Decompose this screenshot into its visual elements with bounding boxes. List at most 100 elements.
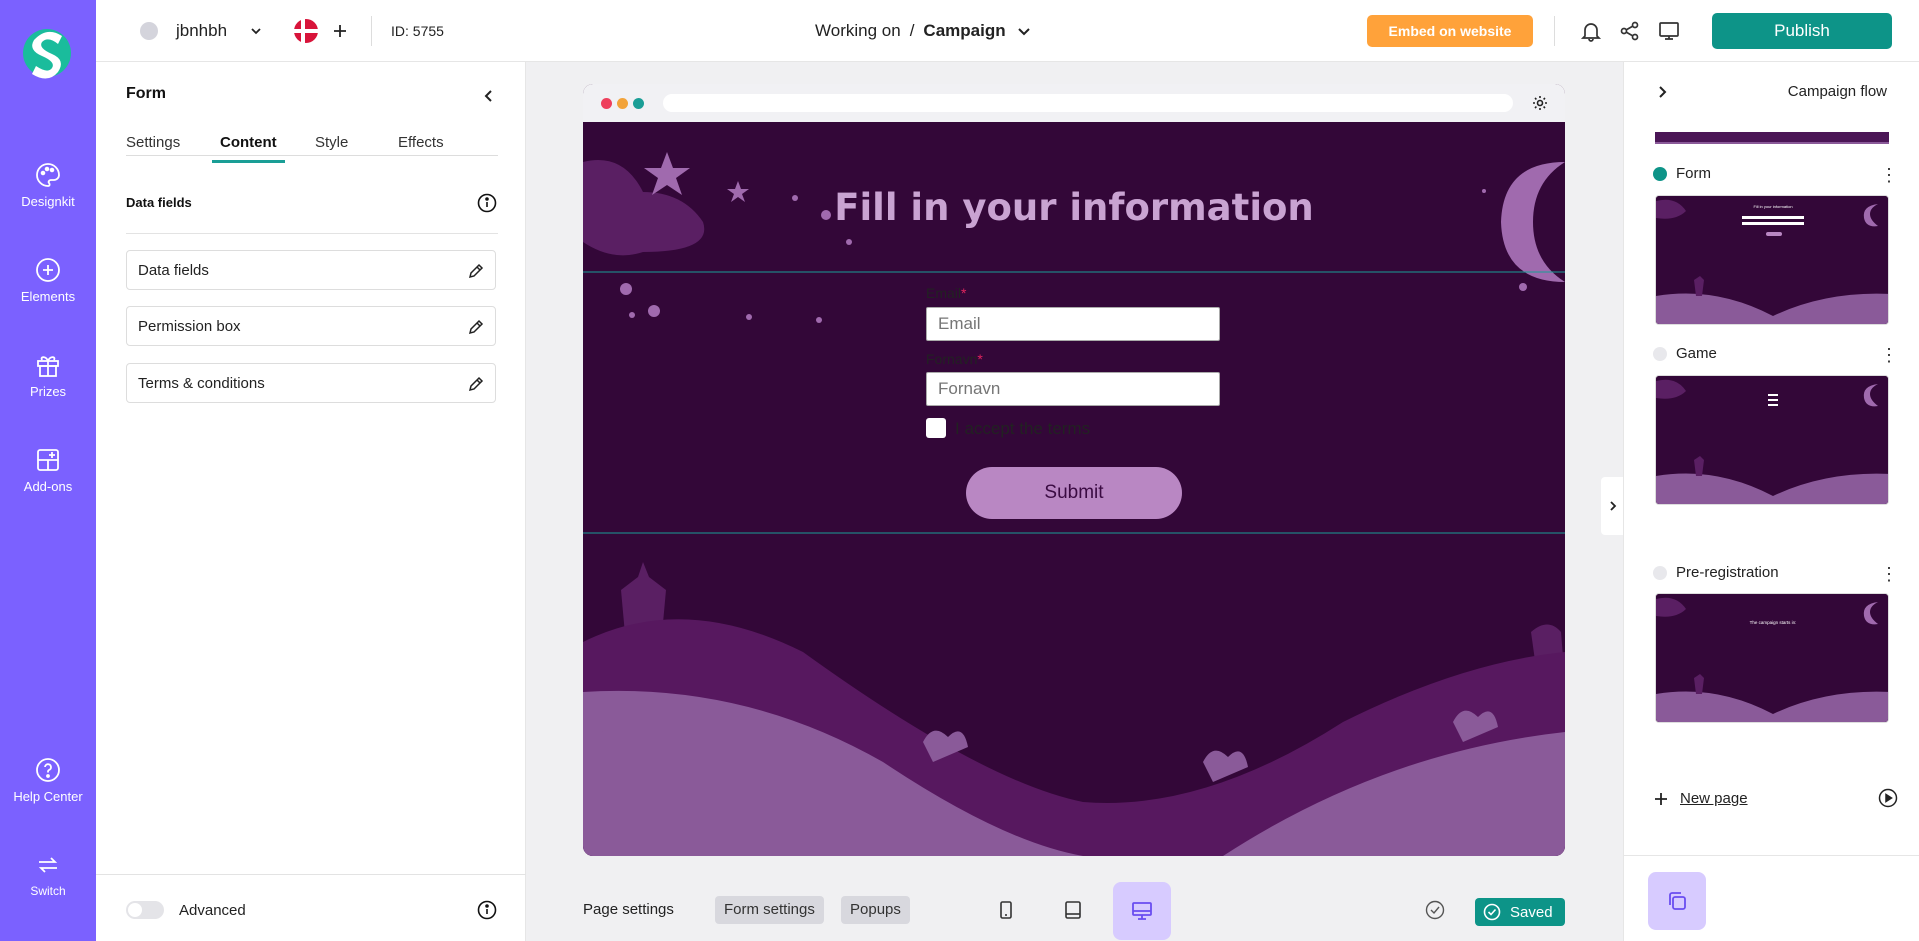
popups-button[interactable]: Popups [841,896,910,924]
notifications-button[interactable] [1580,0,1602,62]
pencil-icon[interactable] [467,262,485,280]
language-flag-button[interactable] [293,0,319,62]
kebab-menu-icon[interactable]: ⋮ [1880,166,1898,184]
pencil-icon[interactable] [467,375,485,393]
pencil-icon[interactable] [467,318,485,336]
nav-designkit[interactable]: Designkit [0,162,96,209]
desktop-view-button[interactable] [1113,882,1171,940]
email-field[interactable] [926,307,1220,341]
terms-conditions-item[interactable]: Terms & conditions [126,363,496,403]
share-icon [1620,21,1639,41]
previous-page-thumbnail [1655,132,1889,144]
kebab-menu-icon[interactable]: ⋮ [1880,346,1898,364]
nav-prizes-label: Prizes [29,384,67,399]
account-selector[interactable]: jbnhbh [140,0,263,62]
status-dot [1653,166,1667,181]
right-panel: Campaign flow Form ⋮ Fill in your inform… [1623,62,1919,941]
terms-checkbox[interactable] [926,418,946,438]
plus-circle-icon [36,258,60,282]
window-dot-orange [617,98,628,109]
campaign-dropdown[interactable]: Campaign [923,21,1005,41]
terms-label: I accept the terms [955,419,1091,438]
nav-designkit-label: Designkit [21,194,75,209]
info-icon[interactable] [477,900,497,920]
browser-toolbar [583,84,1565,122]
chevron-down-icon[interactable] [1016,23,1032,39]
data-fields-item[interactable]: Data fields [126,250,496,290]
account-name: jbnhbh [176,21,228,40]
nav-switch[interactable]: Switch [0,852,96,898]
email-label: Email* [926,285,967,301]
permission-box-item[interactable]: Permission box [126,306,496,346]
nav-elements[interactable]: Elements [0,257,96,304]
breadcrumb: Working on / Campaign [815,0,1032,62]
campaign-id: ID: 5755 [391,23,444,39]
name-label: Fornavn* [926,351,983,367]
page-label-form: Form [1676,165,1711,182]
account-avatar [140,22,158,40]
tab-content[interactable]: Content [212,134,285,163]
submit-button[interactable]: Submit [966,467,1182,519]
mobile-view-icon[interactable] [996,900,1016,920]
permission-box-label: Permission box [138,318,241,335]
pages-view-button[interactable] [1648,872,1706,930]
collapse-right-panel-icon[interactable] [1655,85,1669,99]
add-language-button[interactable] [332,0,348,62]
pre-registration-thumbnail-art: The campaign starts in: [1656,594,1888,722]
data-fields-label: Data fields [138,262,209,279]
campaign-flow-title: Campaign flow [1787,83,1887,100]
nav-help-center[interactable]: Help Center [0,757,96,804]
nav-switch-label: Switch [30,884,66,898]
saved-label: Saved [1510,903,1553,921]
panel-expand-handle[interactable] [1601,477,1623,535]
status-dot [1653,346,1667,361]
form-settings-button[interactable]: Form settings [715,896,824,924]
info-icon[interactable] [477,193,497,213]
share-button[interactable] [1619,0,1641,62]
publish-button[interactable]: Publish [1712,13,1892,49]
advanced-toggle[interactable] [126,901,164,919]
form-heading: Fill in your information [834,186,1314,229]
check-circle-icon[interactable] [1425,900,1445,920]
check-icon [1483,903,1501,921]
page-item-pre-registration[interactable]: Pre-registration [1653,564,1779,581]
palette-icon [36,163,60,187]
embed-on-website-button[interactable]: Embed on website [1367,15,1533,47]
game-thumbnail-art [1656,376,1888,504]
saved-badge: Saved [1475,898,1565,926]
tablet-view-icon[interactable] [1063,900,1083,920]
preview-button[interactable] [1658,0,1680,62]
bell-icon [1580,23,1602,42]
top-bar: jbnhbh ID: 5755 Working on / Campaign Em… [96,0,1919,62]
nav-add-ons[interactable]: Add-ons [0,447,96,494]
page-settings-button[interactable]: Page settings [583,901,674,918]
nav-help-center-label: Help Center [13,789,83,804]
gift-icon [37,356,59,377]
page-thumbnail-pre-registration[interactable]: The campaign starts in: [1655,593,1889,723]
play-icon[interactable] [1878,788,1898,808]
new-page-button[interactable]: New page [1653,790,1748,807]
panel-tabs: Settings Content Style Effects [126,134,498,163]
nav-prizes[interactable]: Prizes [0,352,96,399]
kebab-menu-icon[interactable]: ⋮ [1880,565,1898,583]
chevron-right-icon [1610,501,1617,511]
tab-style[interactable]: Style [315,134,348,151]
status-dot [1653,565,1667,580]
nav-add-ons-label: Add-ons [23,479,73,494]
page-item-game[interactable]: Game [1653,345,1717,362]
name-field[interactable] [926,372,1220,406]
canvas-area: Fill in your information Email* Fornavn*… [526,62,1623,941]
page-thumbnail-form[interactable]: Fill in your information [1655,195,1889,325]
panel-title: Form [126,85,166,102]
collapse-panel-icon[interactable] [481,88,497,104]
left-nav: Designkit Elements Prizes Add-ons Help C… [0,0,96,941]
page-item-form[interactable]: Form [1653,165,1711,182]
page-thumbnail-game[interactable] [1655,375,1889,505]
gear-icon[interactable] [1532,95,1548,111]
plus-icon [1655,792,1667,805]
tab-effects[interactable]: Effects [398,134,444,151]
new-page-label: New page [1680,790,1748,807]
app-logo-icon[interactable] [22,18,72,88]
tab-settings[interactable]: Settings [126,134,180,151]
terms-conditions-label: Terms & conditions [138,375,265,392]
